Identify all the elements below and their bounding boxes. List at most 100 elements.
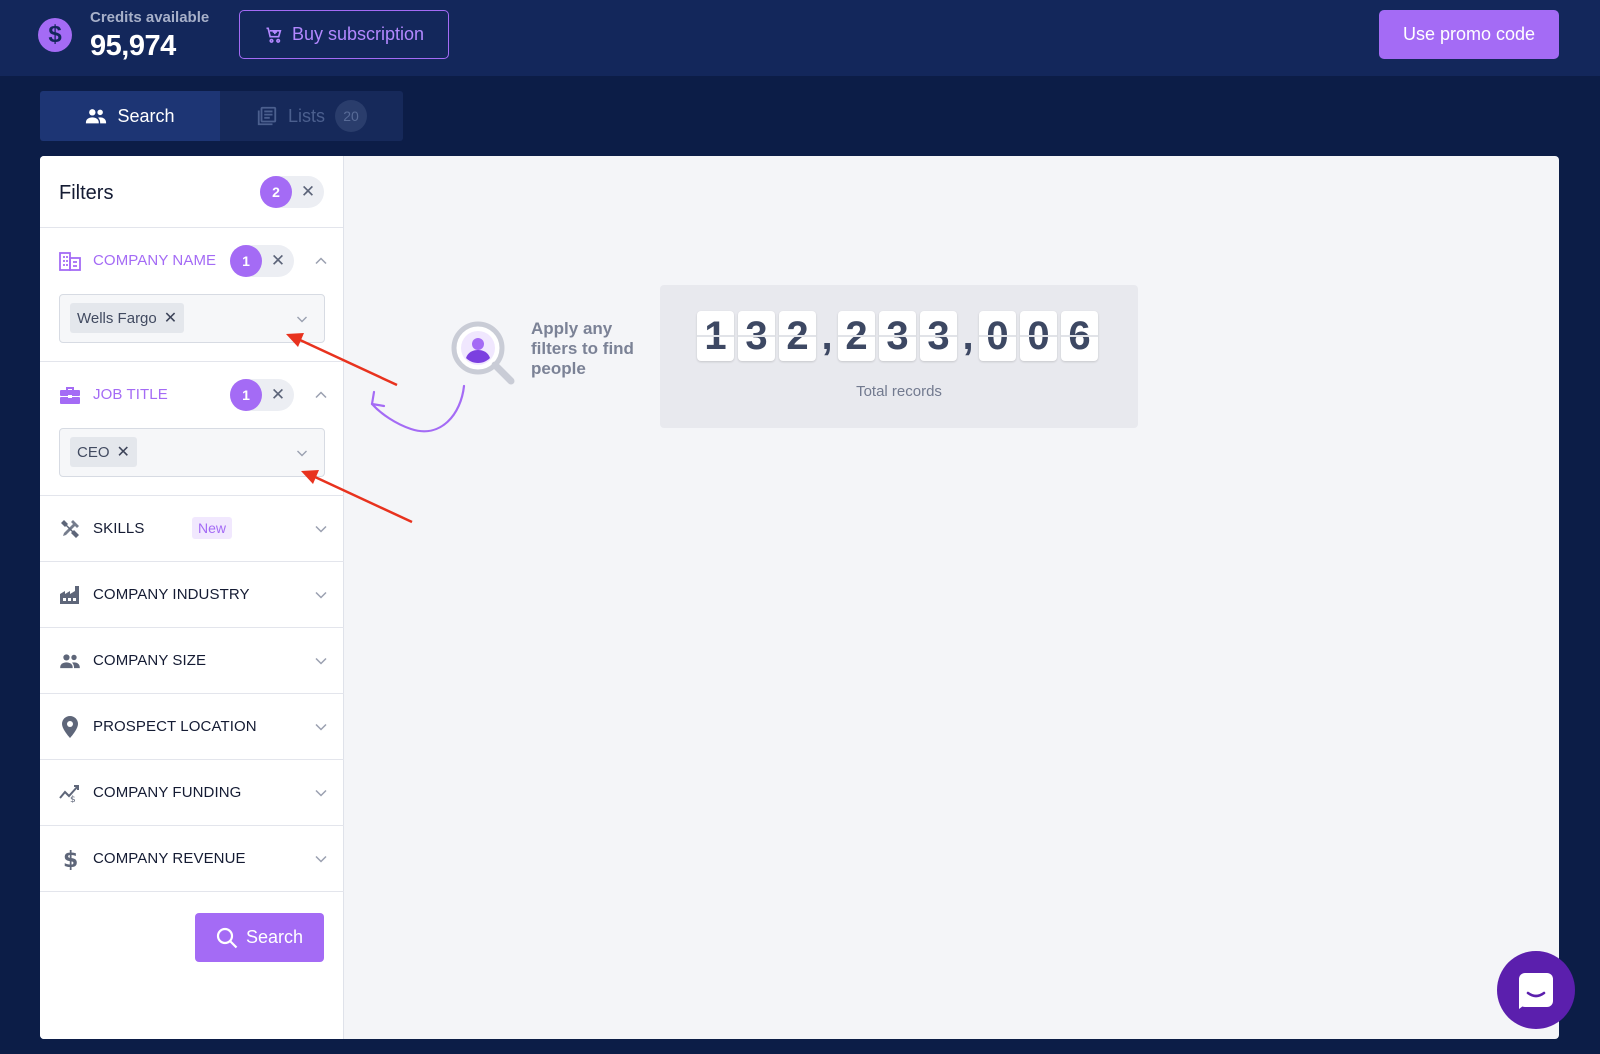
new-badge: New — [192, 517, 233, 539]
filter-company-size: COMPANY SIZE — [40, 628, 344, 694]
factory-icon — [58, 583, 82, 607]
credits-label: Credits available — [90, 9, 210, 26]
company-name-chip: Wells Fargo ✕ — [70, 303, 185, 333]
job-title-count: 1 — [230, 379, 262, 411]
filter-job-title: JOB TITLE 1 ✕ CEO ✕ — [40, 362, 344, 496]
counter-digits: 132,233,006 — [697, 311, 1102, 361]
counter-digit: 3 — [920, 311, 957, 361]
chevron-down-icon — [297, 450, 307, 457]
filter-skills-label: SKILLS — [93, 520, 145, 537]
counter-digit: 1 — [697, 311, 734, 361]
filter-company-revenue-label: COMPANY REVENUE — [93, 850, 246, 867]
counter-digit: 3 — [879, 311, 916, 361]
filter-company-name-header[interactable]: COMPANY NAME 1 ✕ — [40, 228, 344, 294]
building-icon — [58, 249, 82, 273]
total-records-label: Total records — [856, 383, 942, 400]
hint-text: Apply any filters to find people — [531, 319, 634, 378]
search-button[interactable]: Search — [195, 913, 324, 962]
job-title-chip-label: CEO — [77, 443, 110, 461]
filter-skills-header[interactable]: SKILLS New — [40, 496, 344, 562]
filters-title: Filters — [59, 182, 114, 204]
chevron-up-icon — [315, 391, 327, 399]
location-pin-icon — [58, 715, 82, 739]
filter-prospect-location-header[interactable]: PROSPECT LOCATION — [40, 694, 344, 760]
top-bar: $ Credits available 95,974 Buy subscript… — [0, 0, 1600, 76]
lists-count-badge: 20 — [335, 100, 367, 132]
chevron-down-icon — [297, 316, 307, 323]
filter-company-size-header[interactable]: COMPANY SIZE — [40, 628, 344, 694]
counter-digit: 0 — [1020, 311, 1057, 361]
tab-search[interactable]: Search — [40, 91, 220, 141]
job-title-chip: CEO ✕ — [70, 437, 137, 467]
buy-subscription-button[interactable]: Buy subscription — [239, 10, 449, 59]
filter-company-industry-label: COMPANY INDUSTRY — [93, 586, 250, 603]
filter-company-industry-header[interactable]: COMPANY INDUSTRY — [40, 562, 344, 628]
cart-icon — [266, 27, 282, 43]
credits-value: 95,974 — [90, 30, 176, 62]
counter-separator: , — [821, 314, 833, 358]
svg-text:$: $ — [70, 795, 76, 803]
counter-digit: 3 — [738, 311, 775, 361]
counter-digit: 2 — [838, 311, 875, 361]
filter-company-funding-label: COMPANY FUNDING — [93, 784, 242, 801]
remove-chip-icon[interactable]: ✕ — [164, 308, 177, 328]
chat-launcher-button[interactable] — [1497, 951, 1575, 1029]
filter-job-title-label: JOB TITLE — [93, 386, 168, 403]
funding-chart-icon: $ — [58, 781, 82, 805]
search-person-icon — [451, 321, 515, 385]
chevron-down-icon — [315, 855, 327, 863]
chevron-down-icon — [315, 657, 327, 665]
tabs: Search Lists 20 — [40, 91, 403, 141]
svg-text:$: $ — [63, 848, 78, 870]
job-title-count-pill: 1 ✕ — [230, 379, 294, 411]
filters-header: Filters 2 ✕ — [40, 156, 343, 228]
filter-company-name-label: COMPANY NAME — [93, 252, 217, 269]
chevron-down-icon — [315, 789, 327, 797]
counter-digit: 6 — [1061, 311, 1098, 361]
tab-lists-label: Lists — [287, 105, 325, 126]
filter-prospect-location-label: PROSPECT LOCATION — [93, 718, 257, 735]
filter-company-name: COMPANY NAME 1 ✕ Wells Fargo ✕ — [40, 228, 344, 362]
chevron-down-icon — [315, 591, 327, 599]
chevron-up-icon — [315, 257, 327, 265]
filter-skills: SKILLS New — [40, 496, 344, 562]
list-icon — [257, 106, 277, 126]
tab-search-label: Search — [117, 105, 175, 126]
filter-company-funding: $ COMPANY FUNDING — [40, 760, 344, 826]
counter-digit: 0 — [979, 311, 1016, 361]
dollar-icon: $ — [58, 847, 82, 871]
main-panel: Filters 2 ✕ COMPANY NAME 1 ✕ Wells Fargo… — [40, 156, 1559, 1039]
filter-prospect-location: PROSPECT LOCATION — [40, 694, 344, 760]
clear-filters-icon[interactable]: ✕ — [292, 176, 324, 208]
company-name-count-pill: 1 ✕ — [230, 245, 294, 277]
remove-chip-icon[interactable]: ✕ — [117, 442, 130, 462]
people-icon — [58, 649, 82, 673]
people-icon — [86, 109, 107, 124]
buy-subscription-label: Buy subscription — [291, 24, 425, 44]
dollar-icon: $ — [38, 18, 72, 52]
clear-job-title-icon[interactable]: ✕ — [262, 379, 294, 411]
tab-lists[interactable]: Lists 20 — [220, 91, 403, 141]
chevron-down-icon — [315, 525, 327, 533]
filter-company-revenue-header[interactable]: $ COMPANY REVENUE — [40, 826, 344, 892]
search-icon — [216, 927, 238, 948]
chat-icon — [1519, 973, 1553, 1009]
filter-company-funding-header[interactable]: $ COMPANY FUNDING — [40, 760, 344, 826]
clear-company-name-icon[interactable]: ✕ — [262, 245, 294, 277]
filter-company-revenue: $ COMPANY REVENUE — [40, 826, 344, 892]
company-name-chip-label: Wells Fargo — [77, 309, 157, 327]
filters-count: 2 — [260, 176, 292, 208]
curved-arrow-icon — [370, 384, 466, 433]
job-title-select[interactable]: CEO ✕ — [59, 428, 325, 477]
company-name-select[interactable]: Wells Fargo ✕ — [59, 294, 325, 343]
filters-sidebar: Filters 2 ✕ COMPANY NAME 1 ✕ Wells Fargo… — [40, 156, 344, 1039]
counter-separator: , — [962, 314, 974, 358]
counter-digit: 2 — [779, 311, 816, 361]
company-name-count: 1 — [230, 245, 262, 277]
search-button-label: Search — [245, 927, 304, 947]
use-promo-code-button[interactable]: Use promo code — [1379, 10, 1559, 59]
filter-job-title-header[interactable]: JOB TITLE 1 ✕ — [40, 362, 344, 428]
chevron-down-icon — [315, 723, 327, 731]
filters-count-pill: 2 ✕ — [260, 176, 324, 208]
briefcase-icon — [58, 383, 82, 407]
